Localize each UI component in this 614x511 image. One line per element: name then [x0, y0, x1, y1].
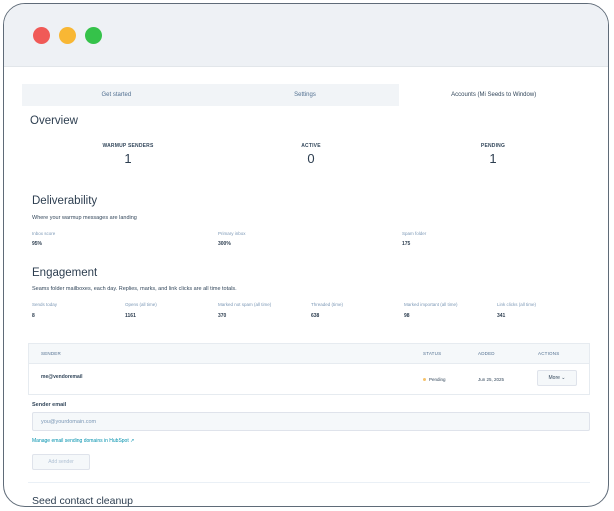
metric-value-sends-today: 8 — [32, 313, 35, 319]
metric-value-link-clicks: 341 — [497, 313, 506, 319]
deliverability-heading: Deliverability — [32, 195, 98, 207]
close-window-icon[interactable] — [33, 27, 50, 44]
metric-label-spam-folder: Spam folder — [402, 231, 427, 236]
metric-label-link-clicks: Link clicks (all time) — [497, 302, 537, 307]
metric-label-inbox-score: Inbox score — [32, 231, 56, 236]
minimize-window-icon[interactable] — [59, 27, 76, 44]
engagement-subtitle: Seams folder mailboxes, each day. Replie… — [32, 286, 237, 292]
sender-email-input[interactable]: you@yourdomain.com — [32, 412, 590, 431]
section-divider — [28, 482, 590, 483]
metric-label-primary-inbox: Primary inbox — [218, 231, 246, 236]
column-header-added[interactable]: ADDED — [478, 351, 495, 356]
stat-label-pending: PENDING — [480, 143, 506, 149]
tab-bar: Get started Settings Accounts (Mi Seeds … — [22, 84, 589, 106]
pending-status-icon — [423, 378, 426, 382]
sender-email-cell: me@vendoremail — [41, 374, 83, 380]
stat-value-warmup-senders: 1 — [124, 151, 132, 166]
maximize-window-icon[interactable] — [85, 27, 102, 44]
page-content: Get started Settings Accounts (Mi Seeds … — [4, 68, 608, 506]
metric-value-spam-folder: 175 — [402, 241, 411, 247]
metric-value-inbox-score: 95% — [32, 241, 43, 247]
column-header-status[interactable]: STATUS — [423, 351, 441, 356]
metric-label-opens: Opens (all time) — [125, 302, 157, 307]
deliverability-subtitle: Where your warmup messages are landing — [32, 215, 137, 221]
metric-value-marked-not-spam: 370 — [218, 313, 227, 319]
stat-label-warmup-senders: WARMUP SENDERS — [102, 143, 154, 149]
stat-value-pending: 1 — [489, 151, 497, 166]
sender-table: SENDER STATUS ADDED ACTIONS me@vendorema… — [28, 343, 590, 395]
tab-settings[interactable]: Settings — [210, 84, 400, 106]
seed-cleanup-heading: Seed contact cleanup — [32, 495, 133, 507]
manage-domains-link[interactable]: Manage email sending domains in HubSpot … — [32, 438, 134, 444]
status-badge: Pending — [423, 377, 446, 382]
added-date-cell: Jun 25, 2025 — [478, 377, 505, 382]
sender-email-label: Sender email — [32, 402, 67, 408]
add-sender-button[interactable]: Add sender — [32, 454, 90, 470]
metric-value-threaded: 638 — [311, 313, 320, 319]
column-header-sender[interactable]: SENDER — [41, 351, 61, 356]
stat-value-active: 0 — [307, 151, 315, 166]
metric-label-sends-today: Sends today — [32, 302, 58, 307]
metric-label-threaded: Threaded (time) — [311, 302, 344, 307]
more-actions-button[interactable]: More ⌄ — [537, 370, 577, 386]
tab-get-started[interactable]: Get started — [22, 84, 211, 106]
metric-label-marked-important: Marked important (all time) — [404, 302, 458, 307]
stat-label-active: ACTIVE — [301, 143, 321, 149]
title-bar — [4, 4, 608, 67]
metric-value-marked-important: 98 — [404, 313, 410, 319]
sender-email-placeholder: you@yourdomain.com — [41, 419, 97, 425]
browser-window: Get started Settings Accounts (Mi Seeds … — [3, 3, 609, 507]
table-header: SENDER STATUS ADDED ACTIONS — [29, 344, 589, 364]
metric-value-opens: 1161 — [125, 313, 136, 319]
overview-heading: Overview — [30, 115, 78, 127]
metric-label-marked-not-spam: Marked not spam (all time) — [218, 302, 272, 307]
metric-value-primary-inbox: 300% — [218, 241, 231, 247]
tab-accounts[interactable]: Accounts (Mi Seeds to Window) — [399, 84, 589, 106]
status-text: Pending — [429, 377, 446, 382]
engagement-heading: Engagement — [32, 267, 98, 279]
column-header-actions: ACTIONS — [538, 351, 560, 356]
